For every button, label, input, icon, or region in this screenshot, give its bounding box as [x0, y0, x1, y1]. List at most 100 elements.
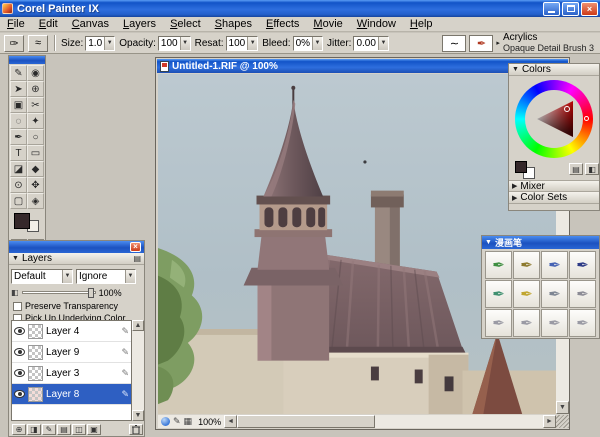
- resat-input[interactable]: 100 ▼: [225, 35, 259, 51]
- layer-row[interactable]: Layer 4 ✎: [12, 321, 131, 342]
- opacity-input[interactable]: 100 ▼: [157, 35, 191, 51]
- color-sets-header[interactable]: ▶ Color Sets: [509, 192, 599, 204]
- scissors-tool[interactable]: ✂: [27, 97, 44, 113]
- layer-group-icon[interactable]: ▤: [57, 424, 71, 435]
- window-titlebar[interactable]: Corel Painter IX ×: [0, 0, 600, 17]
- visibility-eye-icon[interactable]: [14, 369, 25, 377]
- magnifier-tool[interactable]: ⊕: [27, 81, 44, 97]
- menu-window[interactable]: Window: [350, 18, 403, 30]
- dropdown-icon[interactable]: ▼: [62, 269, 72, 283]
- visibility-eye-icon[interactable]: [14, 327, 25, 335]
- primary-color-swatch[interactable]: [515, 161, 527, 173]
- pen-variant-2[interactable]: ✒: [513, 251, 540, 279]
- dynamic-plugin-icon[interactable]: ✎: [42, 424, 56, 435]
- pen-variant-10[interactable]: ✒: [513, 309, 540, 337]
- pen-variant-7[interactable]: ✒: [541, 280, 568, 308]
- rotate-page-tool[interactable]: ◉: [27, 65, 44, 81]
- minimize-button[interactable]: [543, 1, 560, 16]
- pen-variant-11[interactable]: ✒: [541, 309, 568, 337]
- tracker-pen-icon[interactable]: ✎: [173, 416, 181, 427]
- menu-edit[interactable]: Edit: [32, 18, 65, 30]
- pen-variant-5[interactable]: ✒: [485, 280, 512, 308]
- pen-variant-8[interactable]: ✒: [569, 280, 596, 308]
- menu-movie[interactable]: Movie: [306, 18, 349, 30]
- close-button[interactable]: ×: [581, 1, 598, 16]
- mixer-header[interactable]: ▶ Mixer: [509, 180, 599, 192]
- dropper-tool[interactable]: ◪: [10, 161, 27, 177]
- layer-row[interactable]: Layer 3 ✎: [12, 363, 131, 384]
- menu-file[interactable]: File: [0, 18, 32, 30]
- stroke-preview-icon[interactable]: ≈: [28, 34, 48, 52]
- visibility-eye-icon[interactable]: [14, 390, 25, 398]
- scroll-right-icon[interactable]: ►: [543, 415, 556, 428]
- text-tool[interactable]: T: [10, 145, 27, 161]
- brush-tool[interactable]: ✎: [10, 65, 27, 81]
- primary-color-swatch[interactable]: [14, 213, 30, 229]
- pen-variant-1[interactable]: ✒: [485, 251, 512, 279]
- dropdown-icon[interactable]: ▼: [125, 269, 135, 283]
- scroll-up-icon[interactable]: ▲: [132, 320, 144, 331]
- brush-variant-label[interactable]: Opaque Detail Brush 3: [503, 43, 594, 53]
- horizontal-scroll-thumb[interactable]: [237, 415, 375, 428]
- preserve-transparency-checkbox[interactable]: [13, 301, 22, 311]
- spinner-icon[interactable]: ▼: [179, 36, 190, 50]
- horizontal-scroll-track[interactable]: [237, 415, 543, 428]
- scroll-down-icon[interactable]: ▼: [132, 410, 144, 421]
- pen-variant-3[interactable]: ✒: [541, 251, 568, 279]
- size-input[interactable]: 1.0 ▼: [85, 35, 116, 51]
- scroll-down-icon[interactable]: ▼: [556, 401, 569, 414]
- maximize-button[interactable]: [562, 1, 579, 16]
- composite-method-select[interactable]: Default ▼: [11, 268, 73, 284]
- pen-palette-titlebar[interactable]: ▼ 漫画笔: [482, 236, 599, 249]
- slider-thumb[interactable]: [87, 288, 94, 298]
- rect-shape-tool[interactable]: ▭: [27, 145, 44, 161]
- zoom-tool[interactable]: ⊙: [10, 177, 27, 193]
- menu-effects[interactable]: Effects: [259, 18, 306, 30]
- dab-preview-icon[interactable]: ∼: [442, 34, 467, 52]
- selection-tool[interactable]: ▢: [10, 193, 27, 209]
- magic-wand-tool[interactable]: ✦: [27, 113, 44, 129]
- layer-mask-icon[interactable]: ◨: [27, 424, 41, 435]
- visibility-eye-icon[interactable]: [14, 348, 25, 356]
- menu-select[interactable]: Select: [163, 18, 208, 30]
- grid-icon[interactable]: ▦: [184, 416, 193, 427]
- crop-tool[interactable]: ▣: [10, 97, 27, 113]
- document-titlebar[interactable]: Untitled-1.RIF @ 100%: [157, 59, 568, 73]
- close-icon[interactable]: ×: [130, 242, 141, 252]
- pen-variant-6[interactable]: ✒: [513, 280, 540, 308]
- resize-grip[interactable]: [556, 415, 569, 428]
- brush-category-icon[interactable]: ✒: [469, 34, 494, 52]
- sv-triangle[interactable]: [529, 94, 579, 144]
- menu-layers[interactable]: Layers: [116, 18, 163, 30]
- layer-row[interactable]: Layer 9 ✎: [12, 342, 131, 363]
- layers-titlebar[interactable]: ×: [9, 241, 144, 253]
- color-wheel[interactable]: [515, 80, 593, 158]
- pen-variant-9[interactable]: ✒: [485, 309, 512, 337]
- toolbox-titlebar[interactable]: [9, 56, 45, 64]
- swap-colors-icon[interactable]: ◧: [585, 163, 599, 175]
- delete-layer-icon[interactable]: [129, 424, 143, 435]
- spinner-icon[interactable]: ▼: [247, 36, 258, 50]
- menu-shapes[interactable]: Shapes: [208, 18, 259, 30]
- layer-options-icon[interactable]: ▣: [87, 424, 101, 435]
- spinner-icon[interactable]: ▼: [312, 36, 323, 50]
- drawer-orb-icon[interactable]: [161, 417, 170, 426]
- pen-tool[interactable]: ✒: [10, 129, 27, 145]
- layer-adjuster-tool[interactable]: ➤: [10, 81, 27, 97]
- pen-variant-12[interactable]: ✒: [569, 309, 596, 337]
- jitter-input[interactable]: 0.00 ▼: [353, 35, 389, 51]
- rgb-sliders-icon[interactable]: ▤: [569, 163, 583, 175]
- grabber-tool[interactable]: ✥: [27, 177, 44, 193]
- composite-depth-select[interactable]: Ignore ▼: [76, 268, 136, 284]
- zoom-level[interactable]: 100%: [195, 417, 224, 427]
- hue-marker[interactable]: [584, 116, 589, 121]
- palette-menu-icon[interactable]: ▤: [133, 254, 141, 263]
- menu-canvas[interactable]: Canvas: [65, 18, 116, 30]
- layers-header[interactable]: ▼ Layers ▤: [9, 253, 144, 265]
- spinner-icon[interactable]: ▼: [377, 36, 388, 50]
- brush-category-label[interactable]: Acrylics: [503, 33, 594, 44]
- layer-opacity-slider[interactable]: [21, 288, 96, 298]
- bleed-input[interactable]: 0% ▼: [292, 35, 324, 51]
- spinner-icon[interactable]: ▼: [104, 36, 115, 50]
- layer-row-selected[interactable]: Layer 8 ✎: [12, 384, 131, 405]
